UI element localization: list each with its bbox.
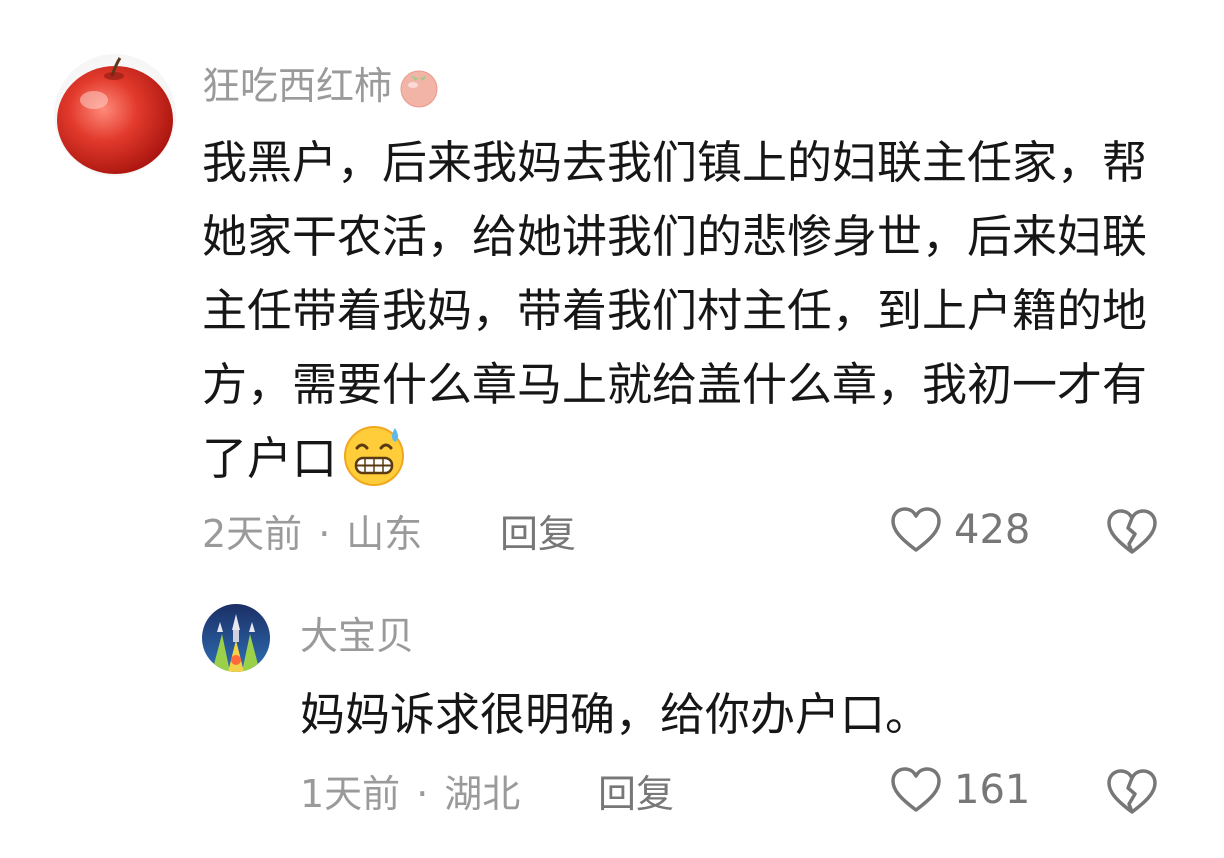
username-text[interactable]: 狂吃西红柿 bbox=[202, 62, 392, 110]
tomato-icon bbox=[400, 70, 438, 108]
username[interactable]: 大宝贝 bbox=[300, 612, 414, 660]
comment-location: 山东 bbox=[346, 512, 423, 556]
like-button[interactable]: 428 bbox=[890, 506, 1030, 554]
comment-body: 我黑户，后来我妈去我们镇上的妇联主任家，帮她家干农活，给她讲我们的悲惨身世，后来… bbox=[202, 126, 1162, 496]
heart-outline-icon[interactable] bbox=[890, 766, 942, 814]
comment-location: 湖北 bbox=[444, 772, 521, 816]
comment-body: 妈妈诉求很明确，给你办户口。 bbox=[300, 688, 931, 741]
rocket-launch-avatar-icon bbox=[202, 604, 270, 672]
broken-heart-icon[interactable] bbox=[1106, 768, 1158, 816]
broken-heart-icon[interactable] bbox=[1106, 508, 1158, 556]
like-count: 428 bbox=[954, 507, 1031, 553]
username[interactable]: 狂吃西红柿 bbox=[202, 62, 442, 110]
meta-separator: · bbox=[318, 512, 331, 556]
like-button[interactable]: 161 bbox=[890, 766, 1030, 814]
avatar[interactable] bbox=[202, 604, 270, 672]
reply-button[interactable]: 回复 bbox=[500, 510, 576, 558]
heart-outline-icon[interactable] bbox=[890, 506, 942, 554]
reply-button[interactable]: 回复 bbox=[598, 770, 674, 818]
meta-separator: · bbox=[416, 772, 429, 816]
comment-time: 2天前 bbox=[202, 512, 303, 556]
comment-meta: 2天前 · 山东 bbox=[202, 510, 422, 558]
grinning-sweat-emoji-icon bbox=[344, 426, 405, 486]
comment-time: 1天前 bbox=[300, 772, 401, 816]
like-count: 161 bbox=[954, 767, 1031, 813]
red-apple-avatar-icon bbox=[54, 54, 176, 176]
comment-meta: 1天前 · 湖北 bbox=[300, 770, 520, 818]
avatar[interactable] bbox=[54, 54, 176, 176]
